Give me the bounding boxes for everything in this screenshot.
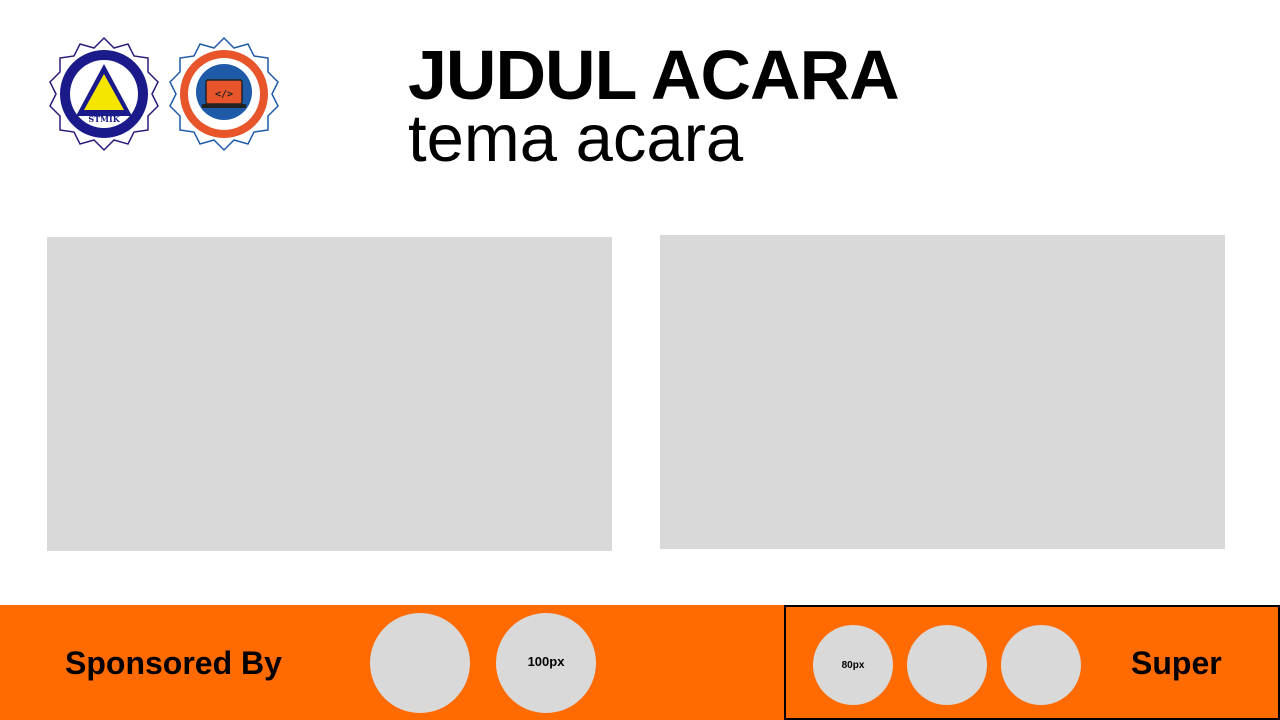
super-sponsor-label: Super — [1131, 645, 1222, 681]
ukm-logo: </> — [166, 34, 282, 152]
sponsor-logo-slot: 100px — [496, 613, 596, 713]
image-placeholder-left — [47, 237, 612, 551]
ukm-logo-icon: </> — [169, 36, 279, 152]
svg-text:</>: </> — [215, 89, 233, 100]
super-sponsor-logo-slot: 80px — [813, 625, 893, 705]
sponsor-logo-slot — [370, 613, 470, 713]
sponsor-footer: Sponsored By 100px 80px Super — [0, 605, 1280, 720]
stmik-logo: STMIK — [46, 34, 162, 152]
super-sponsor-logo-slot — [907, 625, 987, 705]
stmik-logo-text: STMIK — [88, 114, 120, 124]
super-sponsor-logo-slot — [1001, 625, 1081, 705]
image-placeholder-right — [660, 235, 1225, 549]
stmik-logo-icon: STMIK — [49, 36, 159, 152]
page-subtitle: tema acara — [408, 101, 744, 176]
sponsored-by-label: Sponsored By — [65, 645, 282, 681]
super-sponsor-box: 80px Super — [784, 605, 1280, 720]
